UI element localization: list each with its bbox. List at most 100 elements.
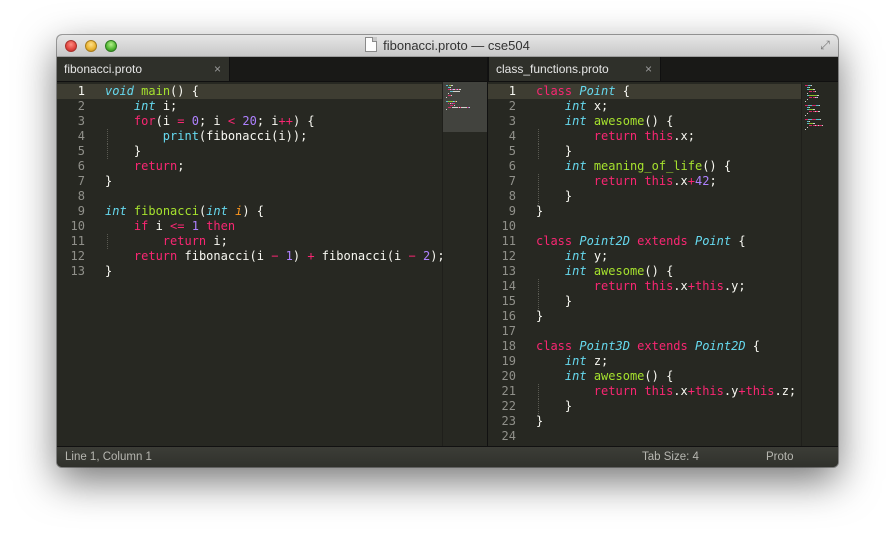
code-token: Point3D — [579, 339, 630, 353]
minimap-mark — [808, 119, 812, 120]
code-token: + — [307, 249, 315, 263]
code-line[interactable]: print(fibonacci(i)); — [105, 129, 308, 144]
code-line[interactable]: return fibonacci(i − 1) + fibonacci(i − … — [105, 249, 445, 264]
tab-fibonacci[interactable]: fibonacci.proto × — [57, 57, 230, 81]
code-line[interactable]: return this.x+42; — [536, 174, 717, 189]
title-bar: fibonacci.proto — cse504 ⤢ — [57, 35, 838, 57]
code-line[interactable]: } — [536, 294, 572, 309]
minimap[interactable] — [801, 82, 838, 446]
code-line[interactable]: int y; — [536, 249, 608, 264]
code-line[interactable]: void main() { — [105, 84, 199, 99]
code-token: int — [564, 159, 587, 173]
code-line[interactable]: int awesome() { — [536, 114, 673, 129]
code-token: return — [133, 249, 178, 263]
minimap-mark — [812, 123, 815, 124]
code-line[interactable]: return this.x+this.y+this.z; — [536, 384, 796, 399]
code-token: () { — [644, 264, 674, 278]
code-line[interactable]: int meaning_of_life() { — [536, 159, 731, 174]
fullscreen-icon[interactable]: ⤢ — [818, 38, 832, 52]
tab-close-icon[interactable]: × — [214, 57, 221, 81]
minimap-mark — [805, 115, 806, 116]
line-number: 16 — [501, 309, 516, 323]
code-line[interactable]: class Point3D extends Point2D { — [536, 339, 760, 354]
minimap[interactable] — [442, 82, 487, 446]
minimap-mark — [812, 119, 816, 120]
line-number: 13 — [501, 264, 516, 278]
code-token: y; — [586, 249, 609, 263]
syntax-indicator[interactable]: Proto — [766, 447, 794, 467]
code-token: Point — [579, 84, 616, 98]
line-number: 12 — [70, 249, 85, 263]
minimap-mark — [450, 87, 451, 88]
code-token: fibonacci — [133, 204, 199, 218]
line-number: 3 — [508, 114, 516, 128]
code-token: this — [644, 384, 674, 398]
code-line[interactable]: } — [105, 174, 112, 189]
minimap-mark — [459, 89, 461, 90]
tab-class-functions[interactable]: class_functions.proto × — [488, 57, 661, 81]
minimap-mark — [807, 113, 808, 114]
code-line[interactable]: int fibonacci(int i) { — [105, 204, 264, 219]
code-line[interactable]: int awesome() { — [536, 369, 673, 384]
code-token: int — [564, 354, 587, 368]
code-token: 0 — [191, 114, 199, 128]
code-line[interactable]: return; — [105, 159, 185, 174]
minimap-mark — [455, 101, 457, 102]
code-line[interactable]: int z; — [536, 354, 608, 369]
line-number: 18 — [501, 339, 516, 353]
minimap-mark — [805, 101, 806, 102]
code-token: int — [206, 204, 228, 218]
code-line[interactable]: } — [105, 144, 141, 159]
code-line[interactable]: } — [536, 399, 572, 414]
line-number: 6 — [77, 159, 85, 173]
line-number: 2 — [77, 99, 85, 113]
code-line[interactable]: } — [536, 144, 572, 159]
code-line[interactable]: } — [536, 414, 543, 429]
code-line[interactable]: for(i = 0; i < 20; i++) { — [105, 114, 315, 129]
code-token: ; — [177, 159, 185, 173]
code-token: } — [536, 144, 573, 158]
code-line[interactable]: return this.x+this.y; — [536, 279, 746, 294]
code-line[interactable]: int awesome() { — [536, 264, 673, 279]
minimap-mark — [820, 119, 821, 120]
code-line[interactable]: class Point2D extends Point { — [536, 234, 746, 249]
code-token: { — [731, 234, 746, 248]
code-line[interactable]: } — [536, 309, 543, 324]
code-line[interactable]: int x; — [536, 99, 608, 114]
line-number: 17 — [501, 324, 516, 338]
code-token: Point — [694, 234, 732, 248]
code-token: this — [644, 279, 674, 293]
code-line[interactable]: } — [536, 204, 543, 219]
minimap-mark — [812, 89, 815, 90]
status-bar: Line 1, Column 1 Tab Size: 4 Proto — [57, 446, 838, 467]
code-token: int — [564, 99, 587, 113]
minimap-mark — [452, 91, 460, 92]
code-token: awesome — [593, 369, 645, 383]
window-title: fibonacci.proto — cse504 — [383, 38, 530, 53]
code-token: .x — [673, 384, 688, 398]
tab-size-indicator[interactable]: Tab Size: 4 — [642, 447, 699, 467]
code-line[interactable]: class Point { — [536, 84, 630, 99]
code-line[interactable]: } — [105, 264, 112, 279]
tab-close-icon[interactable]: × — [645, 57, 652, 81]
code-token: ++ — [278, 114, 293, 128]
code-line[interactable]: if i <= 1 then — [105, 219, 235, 234]
code-line[interactable]: return i; — [105, 234, 228, 249]
code-line[interactable]: int i; — [105, 99, 177, 114]
line-number: 22 — [501, 399, 516, 413]
code-line[interactable]: return this.x; — [536, 129, 695, 144]
code-line[interactable]: } — [536, 189, 572, 204]
code-token: } — [536, 189, 573, 203]
right-editor-pane[interactable]: 1 2 3 4 5 6 7 8 9 10 11 12 13 14 15 16 17 18 19 20 21 22 23 24 … — [488, 82, 838, 446]
code-token: (fibonacci(i)); — [198, 129, 308, 143]
code-token: this — [694, 384, 724, 398]
code-token: then — [206, 219, 236, 233]
left-editor-pane[interactable]: 1 2 3 4 5 6 7 8 9 10 11 12 13 void main() { int i; f… — [57, 82, 487, 446]
line-number: 5 — [508, 144, 516, 158]
code-token: return — [593, 279, 638, 293]
